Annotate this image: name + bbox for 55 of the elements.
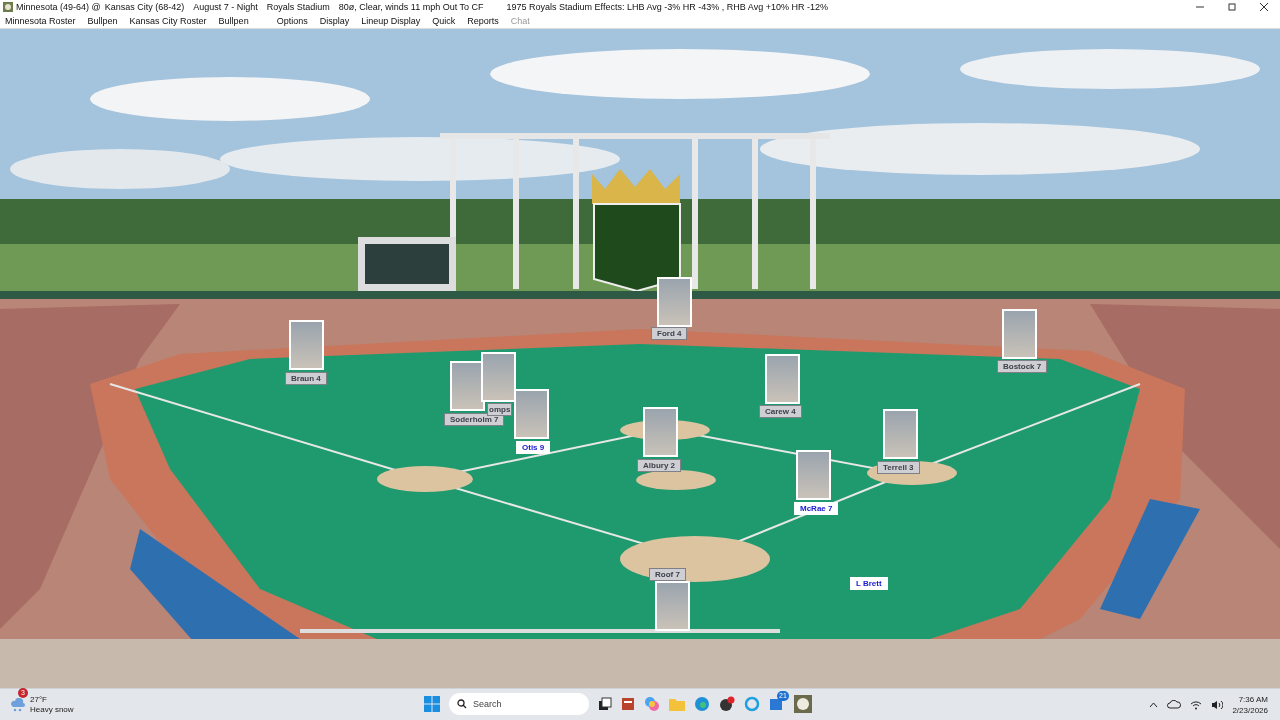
- player-photo-placeholder[interactable]: [289, 320, 324, 370]
- speaker-icon[interactable]: [1211, 699, 1224, 710]
- player-label[interactable]: Roof 7: [649, 568, 686, 581]
- start-icon[interactable]: [424, 696, 440, 712]
- title-text: 1975 Royals Stadium Effects: LHB Avg -3% HR -43% , RHB Avg +10% HR -12%: [506, 2, 828, 12]
- title-text: Royals Stadium: [266, 2, 330, 12]
- player-label[interactable]: McRae 7: [794, 502, 839, 515]
- app-icon[interactable]: [621, 697, 635, 711]
- title-text: 80ø, Clear, winds 11 mph Out To CF: [338, 2, 484, 12]
- wifi-icon[interactable]: [1190, 699, 1203, 710]
- title-text: August 7 - Night: [193, 2, 258, 12]
- player-label[interactable]: L Brett: [850, 577, 888, 590]
- player-label[interactable]: Otis 9: [516, 441, 551, 454]
- menu-item[interactable]: Reports: [467, 16, 499, 26]
- player-photo-placeholder[interactable]: [481, 352, 516, 402]
- player-photo-placeholder[interactable]: [657, 277, 692, 327]
- player-photo-placeholder[interactable]: [655, 581, 690, 631]
- search-field[interactable]: Search: [449, 693, 589, 715]
- menu-item[interactable]: Lineup Display: [361, 16, 421, 26]
- task-view-icon[interactable]: [598, 697, 612, 711]
- title-text: Kansas City (68-42): [104, 2, 185, 12]
- cloud-icon[interactable]: [1167, 700, 1182, 709]
- player-photo-placeholder[interactable]: [796, 450, 831, 500]
- menu-item[interactable]: Display: [319, 16, 350, 26]
- record-app-icon[interactable]: [719, 696, 735, 712]
- player-label[interactable]: Braun 4: [285, 372, 327, 385]
- player-photo-placeholder[interactable]: [765, 354, 800, 404]
- player-label[interactable]: Carew 4: [759, 405, 802, 418]
- player-photo-placeholder[interactable]: [643, 407, 678, 457]
- player-label[interactable]: Terrell 3: [877, 461, 920, 474]
- clock[interactable]: 7:36 AM 2/23/2026: [1232, 693, 1268, 716]
- menu-item[interactable]: Minnesota Roster: [5, 16, 76, 26]
- weather-temperature: 27°F: [30, 694, 48, 705]
- player-photo-placeholder[interactable]: [883, 409, 918, 459]
- player-photo-placeholder[interactable]: [450, 361, 485, 411]
- menu-item[interactable]: Kansas City Roster: [129, 16, 207, 26]
- player-photo-placeholder[interactable]: [514, 389, 549, 439]
- app-icon: [3, 2, 13, 12]
- weather-condition: Heavy snow: [30, 704, 74, 715]
- title-text: Minnesota (49-64) @: [16, 2, 101, 12]
- player-photo-placeholder[interactable]: [1002, 309, 1037, 359]
- player-label[interactable]: Bostock 7: [997, 360, 1048, 373]
- player-label[interactable]: Soderholm 7: [444, 413, 505, 426]
- search-icon: [457, 699, 467, 709]
- chevron-up-icon[interactable]: [1149, 701, 1159, 708]
- snow-cloud-icon[interactable]: [10, 697, 26, 712]
- menu-item[interactable]: Bullpen: [87, 16, 118, 26]
- folder-icon[interactable]: [669, 697, 685, 711]
- menu-item[interactable]: Bullpen: [218, 16, 249, 26]
- player-label[interactable]: Ford 4: [651, 327, 688, 340]
- menu-item[interactable]: Options: [276, 16, 308, 26]
- player-label[interactable]: Albury 2: [637, 459, 681, 472]
- ring-icon[interactable]: [744, 696, 760, 712]
- player-label[interactable]: omps: [487, 403, 513, 416]
- menu-item[interactable]: Quick: [432, 16, 456, 26]
